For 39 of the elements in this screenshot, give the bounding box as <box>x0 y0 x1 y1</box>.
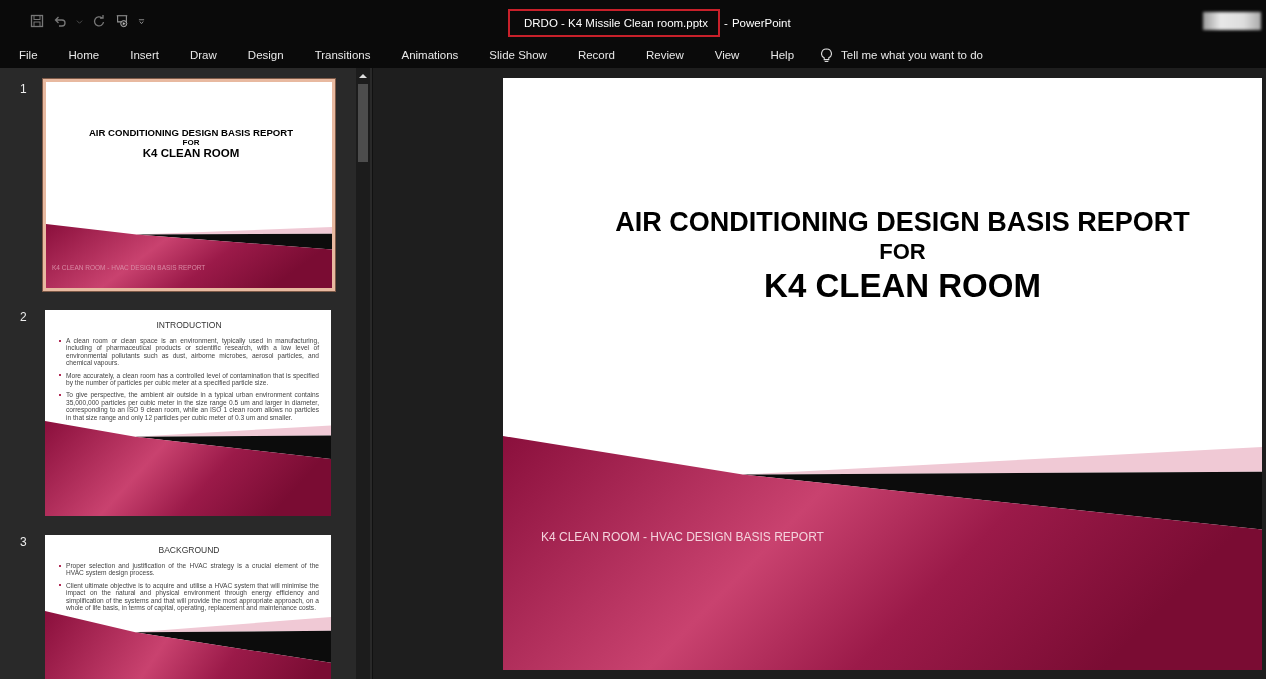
ribbon-tab[interactable]: Review <box>639 46 691 64</box>
app-name: PowerPoint <box>731 17 791 29</box>
ribbon-tab[interactable]: Home <box>61 46 107 64</box>
tell-me-search[interactable]: Tell me what you want to do <box>839 46 985 64</box>
undo-icon[interactable] <box>53 14 67 28</box>
slide-number: 3 <box>19 535 28 549</box>
redo-icon[interactable] <box>92 14 106 28</box>
slideshow-icon[interactable] <box>115 14 129 28</box>
slide-subtitle: K4 CLEAN ROOM <box>142 147 240 160</box>
ribbon-tab[interactable]: Design <box>240 46 291 64</box>
scroll-thumb[interactable] <box>358 84 368 162</box>
slide-number: 2 <box>19 310 28 324</box>
slide-title: AIR CONDITIONING DESIGN BASIS REPORT <box>615 206 1190 238</box>
scrollbar[interactable] <box>356 68 370 679</box>
slide-subtitle: K4 CLEAN ROOM <box>764 266 1041 306</box>
slide-title: AIR CONDITIONING DESIGN BASIS REPORT <box>88 128 294 138</box>
ribbon-tab[interactable]: File <box>12 46 45 64</box>
slide-thumbnail[interactable] <box>45 310 331 516</box>
scroll-up-icon[interactable] <box>358 72 368 80</box>
slide-number: 1 <box>19 82 28 96</box>
slide-heading: BACKGROUND <box>157 545 221 555</box>
ribbon-tab[interactable]: Slide Show <box>482 46 554 64</box>
blurred-account <box>1203 12 1261 30</box>
slide-title: FOR <box>879 238 926 266</box>
ribbon-tab[interactable]: Help <box>763 46 802 64</box>
ribbon-tab[interactable]: Insert <box>123 46 166 64</box>
lightbulb-icon[interactable] <box>821 47 833 63</box>
slide-title: FOR <box>182 138 200 147</box>
slide-heading: INTRODUCTION <box>155 320 223 330</box>
ribbon-tab[interactable]: Draw <box>183 46 224 64</box>
title-separator: - <box>724 17 728 29</box>
ribbon-tab[interactable]: View <box>707 46 747 64</box>
save-icon[interactable] <box>30 14 44 28</box>
slide-footer: K4 CLEAN ROOM - HVAC DESIGN BASIS REPORT <box>541 530 824 544</box>
document-title: DRDO - K4 Missile Clean room.pptx <box>508 9 721 37</box>
customize-icon[interactable] <box>138 17 145 25</box>
ribbon-tab[interactable]: Animations <box>394 46 466 64</box>
ribbon-tab[interactable]: Transitions <box>307 46 378 64</box>
ribbon-tab[interactable]: Record <box>570 46 622 64</box>
